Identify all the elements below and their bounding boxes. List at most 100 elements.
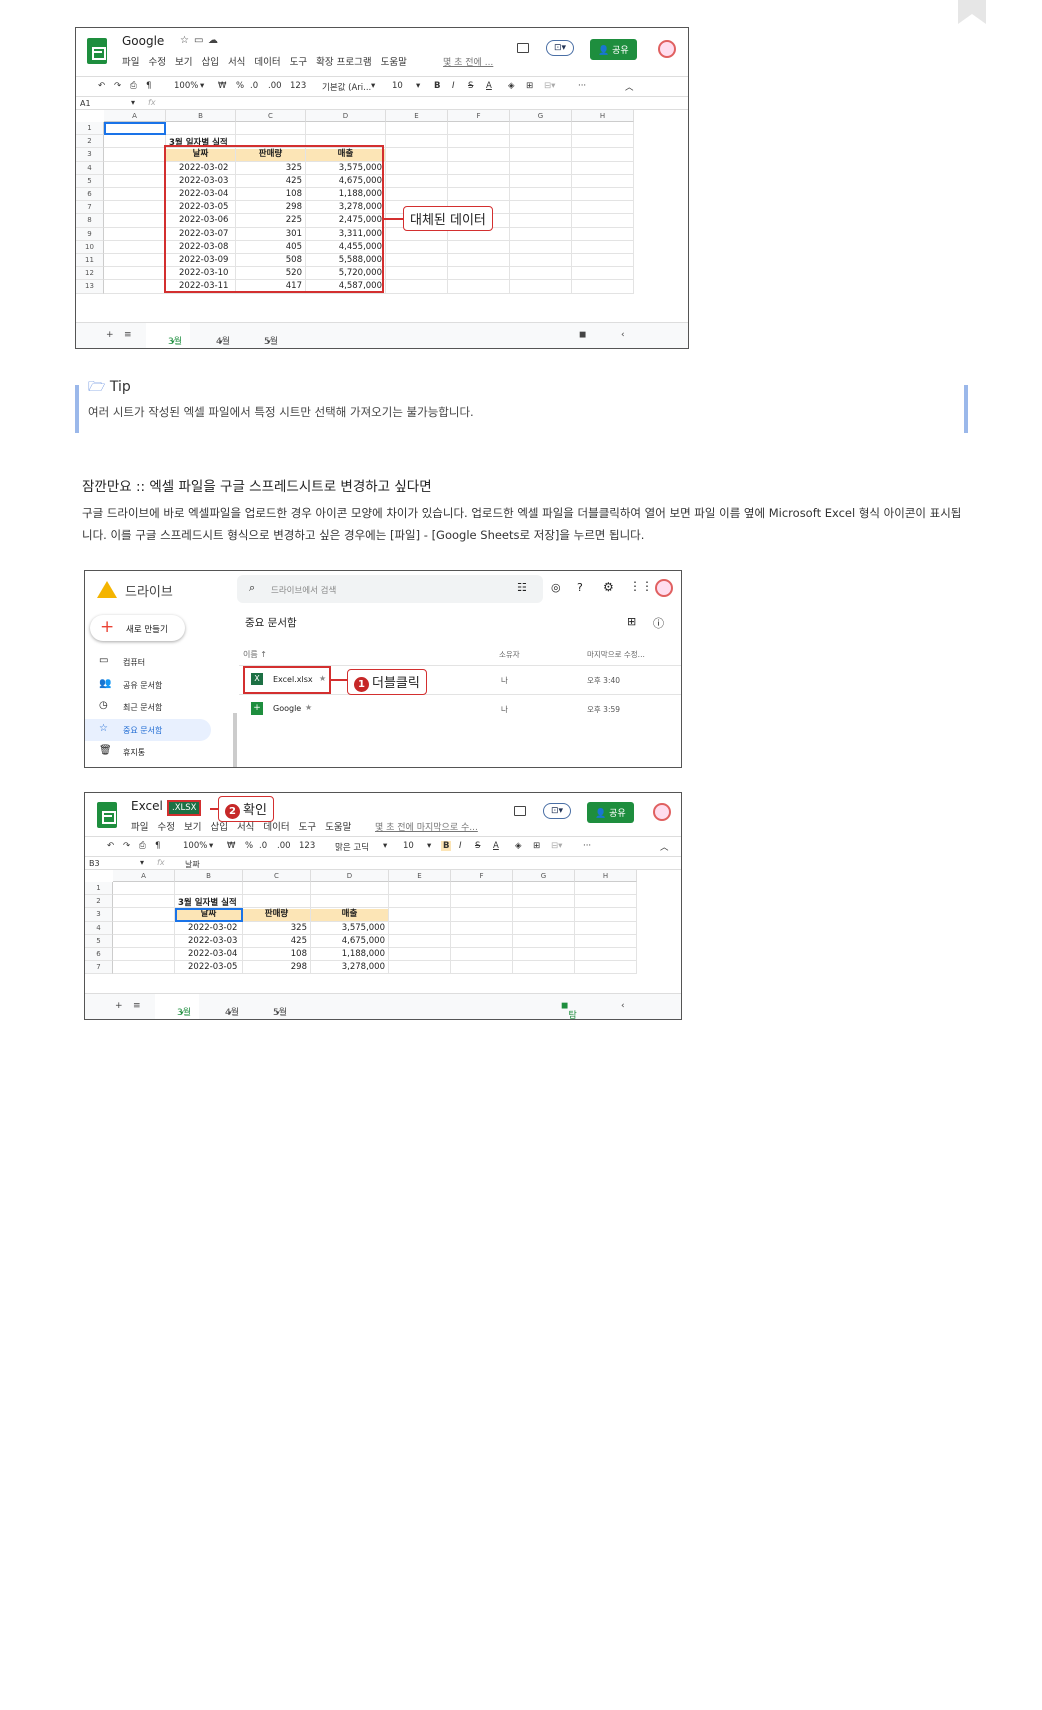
redo-icon[interactable]: ↷ (123, 841, 130, 851)
gear-icon[interactable]: ⚙ (603, 580, 614, 594)
table-cell[interactable]: 2022-03-03 (188, 936, 237, 946)
text-color-icon[interactable]: A (486, 81, 492, 91)
row-header[interactable]: 12 (76, 267, 104, 281)
search-input[interactable]: 드라이브에서 검색 (271, 584, 336, 596)
italic-icon[interactable]: I (452, 81, 455, 91)
row-header[interactable]: 9 (76, 227, 104, 241)
menu-item[interactable]: 도움말 (325, 822, 351, 833)
table-cell[interactable]: 2022-03-02 (188, 923, 237, 933)
row-header[interactable]: 5 (76, 174, 104, 188)
sheet1-last-edit[interactable]: 몇 초 전에 ... (443, 55, 493, 68)
currency-button[interactable]: ₩ (218, 81, 226, 91)
help-icon[interactable]: ? (577, 581, 583, 594)
bold-icon[interactable]: B (434, 81, 440, 91)
sheet2-last-edit[interactable]: 몇 초 전에 마지막으로 수... (375, 820, 478, 833)
undo-icon[interactable]: ↶ (107, 841, 114, 851)
column-header[interactable]: E (386, 110, 448, 122)
sheet-tab[interactable]: 3월 ▾ (146, 323, 190, 348)
row-header[interactable]: 7 (76, 201, 104, 215)
table-cell[interactable]: 298 (243, 962, 307, 972)
strikethrough-icon[interactable]: S (468, 81, 473, 91)
sheet-tab[interactable]: 5월 ▾ (242, 323, 286, 348)
menu-item[interactable]: 삽입 (201, 57, 218, 68)
comment-icon[interactable] (514, 806, 526, 816)
collapse-icon[interactable]: ︿ (625, 81, 634, 93)
bookmark-icon[interactable] (958, 0, 986, 24)
column-header[interactable]: D (306, 110, 386, 122)
column-header[interactable]: A (113, 870, 175, 882)
collapse-icon[interactable]: ︿ (660, 841, 669, 853)
selected-cell[interactable] (104, 122, 166, 135)
font-select[interactable]: 기본값 (Ari... (322, 81, 371, 93)
fill-color-icon[interactable]: ◈ (515, 841, 522, 851)
sheet2-grid[interactable]: A B C D E F G H 1 2 3 4 5 6 7 3월 일자별 실적 날짜 판매량 매출 2022-03-0… (85, 870, 681, 995)
row-header[interactable]: 4 (76, 161, 104, 175)
row-header[interactable]: 8 (76, 214, 104, 228)
more-icon[interactable]: ··· (578, 81, 586, 91)
row-header[interactable]: 5 (85, 934, 113, 948)
share-button[interactable]: 👤 공유 (590, 39, 637, 60)
decrease-decimal-button[interactable]: .0 (250, 81, 258, 91)
table-header-cell[interactable]: 매출 (311, 909, 388, 921)
column-header[interactable]: H (575, 870, 637, 882)
share-button[interactable]: 👤 공유 (587, 802, 634, 823)
menu-item[interactable]: 보기 (175, 57, 192, 68)
column-header[interactable]: C (236, 110, 306, 122)
more-icon[interactable]: ··· (583, 841, 591, 851)
row-header[interactable]: 3 (76, 148, 104, 162)
text-color-icon[interactable]: A (493, 841, 499, 851)
name-box[interactable]: A1 (80, 99, 91, 108)
sheet-tab[interactable]: 4월 ▾ (194, 323, 238, 348)
paint-format-icon[interactable]: ¶ (146, 81, 151, 91)
menu-item[interactable]: 서식 (237, 822, 254, 833)
collapse-side-icon[interactable]: ‹ (621, 1001, 625, 1011)
paint-format-icon[interactable]: ¶ (155, 841, 160, 851)
sidebar-item-star[interactable]: ☆ 중요 문서함 (85, 718, 211, 741)
merge-icon[interactable]: ⊟▾ (551, 841, 562, 851)
menu-item[interactable]: 삽입 (210, 822, 227, 833)
format-button[interactable]: 123 (290, 81, 306, 91)
column-header[interactable]: H (572, 110, 634, 122)
fill-color-icon[interactable]: ◈ (508, 81, 515, 91)
table-cell[interactable]: 4,675,000 (311, 936, 385, 946)
file-row-google[interactable]: + Google ★ 나 오후 3:59 (239, 695, 681, 723)
column-header[interactable]: B (175, 870, 243, 882)
zoom-select[interactable]: 100% (174, 81, 198, 91)
bold-icon[interactable]: B (441, 841, 452, 851)
sheet2-menubar[interactable]: 파일 수정 보기 삽입 서식 데이터 도구 도움말 (131, 819, 360, 833)
menu-item[interactable]: 데이터 (254, 57, 280, 68)
column-header[interactable]: F (448, 110, 510, 122)
menu-item[interactable]: 수정 (157, 822, 174, 833)
selected-cell[interactable] (175, 908, 243, 922)
percent-button[interactable]: % (245, 841, 253, 851)
explore-icon[interactable]: ◼ (579, 330, 586, 340)
sidebar-scroll[interactable] (233, 713, 237, 767)
row-header[interactable]: 13 (76, 280, 104, 294)
sidebar-item-trash[interactable]: 🗑 휴지통 (85, 741, 211, 763)
collapse-side-icon[interactable]: ‹ (621, 330, 625, 340)
menu-item[interactable]: 서식 (228, 57, 245, 68)
format-button[interactable]: 123 (299, 841, 315, 851)
explore-button[interactable]: ◼ 탐색 (561, 1001, 577, 1019)
sheet-tab[interactable]: 4월 ▾ (203, 994, 247, 1019)
grid-view-icon[interactable]: ⊞ (627, 615, 636, 628)
merge-icon[interactable]: ⊟▾ (544, 81, 555, 91)
increase-decimal-button[interactable]: .00 (277, 841, 291, 851)
italic-icon[interactable]: I (459, 841, 462, 851)
new-button[interactable]: + 새로 만들기 (90, 615, 185, 641)
row-header[interactable]: 6 (76, 188, 104, 202)
sheet-tab[interactable]: 3월 ▾ (155, 994, 199, 1019)
present-button[interactable]: ⊡▾ (546, 40, 574, 56)
menu-item[interactable]: 파일 (131, 822, 148, 833)
table-cell[interactable]: 425 (243, 936, 307, 946)
column-header[interactable]: B (166, 110, 236, 122)
row-header[interactable]: 7 (85, 961, 113, 975)
column-header[interactable]: G (510, 110, 572, 122)
table-cell[interactable]: 108 (243, 949, 307, 959)
search-box[interactable]: ⌕ 드라이브에서 검색 ☷ (237, 575, 543, 603)
all-sheets-icon[interactable]: ≡ (124, 330, 132, 340)
folder-icon[interactable]: ▭ (194, 35, 203, 46)
menu-item[interactable]: 확장 프로그램 (316, 57, 371, 68)
increase-decimal-button[interactable]: .00 (268, 81, 282, 91)
menu-item[interactable]: 보기 (184, 822, 201, 833)
